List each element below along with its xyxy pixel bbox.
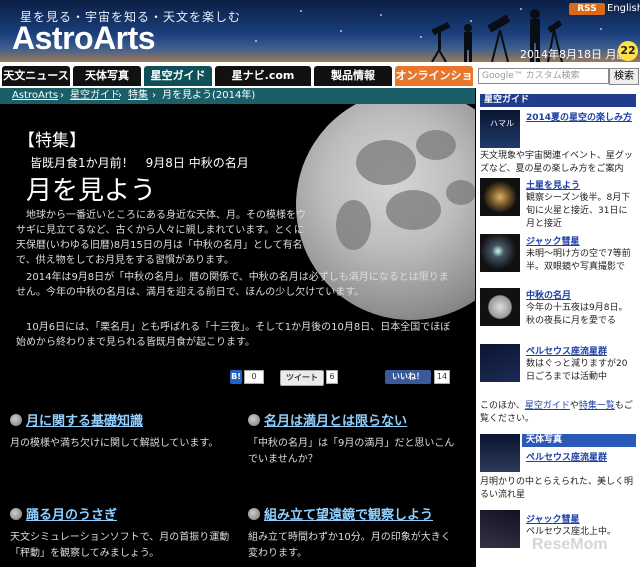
sidebar: 星空ガイド ハマル 2014夏の星空の楽しみ方 天文現象や宇宙関連イベント、星グ… xyxy=(476,88,640,567)
sidebar-more-special-list-link[interactable]: 特集一覧 xyxy=(579,401,615,411)
tab-hoshinavi[interactable]: 星ナビ.com xyxy=(215,66,311,86)
thumb-summer-sky[interactable]: ハマル xyxy=(480,110,520,148)
sidebar-desc-harvest-moon: 今年の十五夜は9月8日。秋の夜長に月を愛でる xyxy=(526,303,628,326)
moon-bullet-icon xyxy=(248,414,260,426)
sidebar-desc-saturn: 観察シーズン後半。8月下旬に火星と接近、31日に月と接近 xyxy=(526,193,631,229)
watermark: ReseMom xyxy=(532,536,608,553)
moon-age-badge: 22 xyxy=(618,41,638,61)
sidebar-link-comet-photo[interactable]: ジャック彗星 xyxy=(526,512,580,525)
tweet-button[interactable]: ツイート xyxy=(280,370,324,386)
sidebar-desc-perseids: 数はぐっと減りますが20日ごろまでは活動中 xyxy=(526,359,628,382)
sidebar-link-summer-sky[interactable]: 2014夏の星空の楽しみ方 xyxy=(526,110,636,123)
article-subtitle: 皆既月食1か月前！ 9月8日 中秋の名月 xyxy=(30,156,249,170)
section-link-telescope[interactable]: 組み立て望遠鏡で観察しよう xyxy=(264,504,433,523)
facebook-like-button[interactable]: いいね！ xyxy=(385,370,431,384)
sidebar-link-saturn[interactable]: 土星を見よう xyxy=(526,178,580,191)
breadcrumb-sep-icon: › xyxy=(118,90,122,101)
rss-button[interactable]: RSS xyxy=(569,3,605,15)
breadcrumb-sep-icon: › xyxy=(152,90,156,101)
tab-astro-photo[interactable]: 天体写真 xyxy=(73,66,141,86)
moon-bullet-icon xyxy=(10,414,22,426)
thumb-comet-photo[interactable] xyxy=(480,510,520,548)
moon-bullet-icon xyxy=(10,508,22,520)
article-title: 月を見よう xyxy=(26,176,157,206)
breadcrumb-home[interactable]: AstroArts xyxy=(12,90,58,101)
thumb-harvest-moon[interactable] xyxy=(480,288,520,326)
site-logo[interactable]: AstroArts xyxy=(12,20,156,57)
section-desc-basics: 月の模様や満ち欠けに関して解説しています。 xyxy=(10,438,219,449)
section-desc-libration: 天文シミュレーションソフトで、月の首振り運動「秤動」を観察してみましょう。 xyxy=(10,532,230,559)
like-count: 14 xyxy=(434,370,450,384)
breadcrumb-current: 月を見よう(2014年) xyxy=(162,90,256,101)
section-link-libration[interactable]: 踊る月のうさぎ xyxy=(26,504,117,523)
search-button[interactable]: 検索 xyxy=(609,68,639,85)
english-link[interactable]: English xyxy=(607,3,640,14)
sidebar-more-star-guide-link[interactable]: 星空ガイド xyxy=(525,401,570,411)
thumb-perseids-photo[interactable] xyxy=(480,434,520,472)
sidebar-heading-star-guide: 星空ガイド xyxy=(480,94,636,107)
sidebar-link-harvest-moon[interactable]: 中秋の名月 xyxy=(526,288,571,301)
hatena-count: 0 xyxy=(244,370,264,384)
moon-bullet-icon xyxy=(248,508,260,520)
tab-products[interactable]: 製品情報 xyxy=(314,66,392,86)
sidebar-link-perseids-photo[interactable]: ペルセウス座流星群 xyxy=(526,450,607,463)
sidebar-link-perseids[interactable]: ペルセウス座流星群 xyxy=(526,344,607,357)
site-header: 星を見る・宇宙を知る・天文を楽しむ AstroArts RSS English … xyxy=(0,0,640,62)
thumb-saturn[interactable] xyxy=(480,178,520,216)
article-main: 【特集】 皆既月食1か月前！ 9月8日 中秋の名月 月を見よう 地球から一番近い… xyxy=(0,104,475,567)
tab-astro-news[interactable]: 天文ニュース xyxy=(2,66,70,86)
sidebar-desc-comet: 未明～明け方の空で7等前半。双眼鏡や写真撮影で xyxy=(526,249,631,272)
section-link-meigetsu[interactable]: 名月は満月とは限らない xyxy=(264,410,407,429)
section-link-basics[interactable]: 月に関する基礎知識 xyxy=(26,410,143,429)
article-paragraph-2: 2014年は9月8日が「中秋の名月」。暦の関係で、中秋の名月は必ずしも満月になる… xyxy=(16,272,449,298)
tab-star-guide[interactable]: 星空ガイド xyxy=(144,66,212,86)
article-paragraph-1: 地球から一番近いところにある身近な天体、月。その模様をウサギに見立てるなど、古く… xyxy=(16,210,306,266)
current-date: 2014年8月18日 月齢 xyxy=(520,48,628,61)
sidebar-link-comet[interactable]: ジャック彗星 xyxy=(526,234,580,247)
tweet-count: 6 xyxy=(326,370,338,384)
breadcrumb-sep-icon: › xyxy=(60,90,64,101)
special-label: 【特集】 xyxy=(18,131,86,151)
breadcrumb: AstroArts › 星空ガイド › 特集 › 月を見よう(2014年) xyxy=(0,88,475,104)
thumb-perseids[interactable] xyxy=(480,344,520,382)
thumb-comet[interactable] xyxy=(480,234,520,272)
sidebar-heading-photos: 天体写真 xyxy=(522,434,636,447)
section-desc-meigetsu: 「中秋の名月」は「9月の満月」だと思いこんでいませんか？ xyxy=(248,438,455,465)
breadcrumb-star-guide[interactable]: 星空ガイド xyxy=(70,90,120,101)
breadcrumb-special[interactable]: 特集 xyxy=(128,90,148,101)
social-buttons: B! 0 ツイート 6 いいね！ 14 xyxy=(230,370,470,386)
hatena-bookmark-button[interactable]: B! xyxy=(230,370,242,384)
section-desc-telescope: 組み立て時間わずか10分。月の印象が大きく変わります。 xyxy=(248,532,451,559)
tab-online-shop[interactable]: オンラインショップ xyxy=(395,66,473,102)
sidebar-desc-summer-sky: 天文現象や宇宙関連イベント、星グッズなど、夏の星の楽しみ方をご案内 xyxy=(480,151,633,174)
article-paragraph-3: 10月6日には、「栗名月」とも呼ばれる「十三夜」。そして1か月後の10月8日、日… xyxy=(16,322,451,348)
sidebar-desc-perseids-photo: 月明かりの中とらえられた、美しく明るい流れ星 xyxy=(480,477,634,500)
sidebar-more-text: このほか、星空ガイドや特集一覧もご覧ください。 xyxy=(480,401,633,424)
search-input[interactable]: Google™ カスタム検索 xyxy=(478,68,609,84)
